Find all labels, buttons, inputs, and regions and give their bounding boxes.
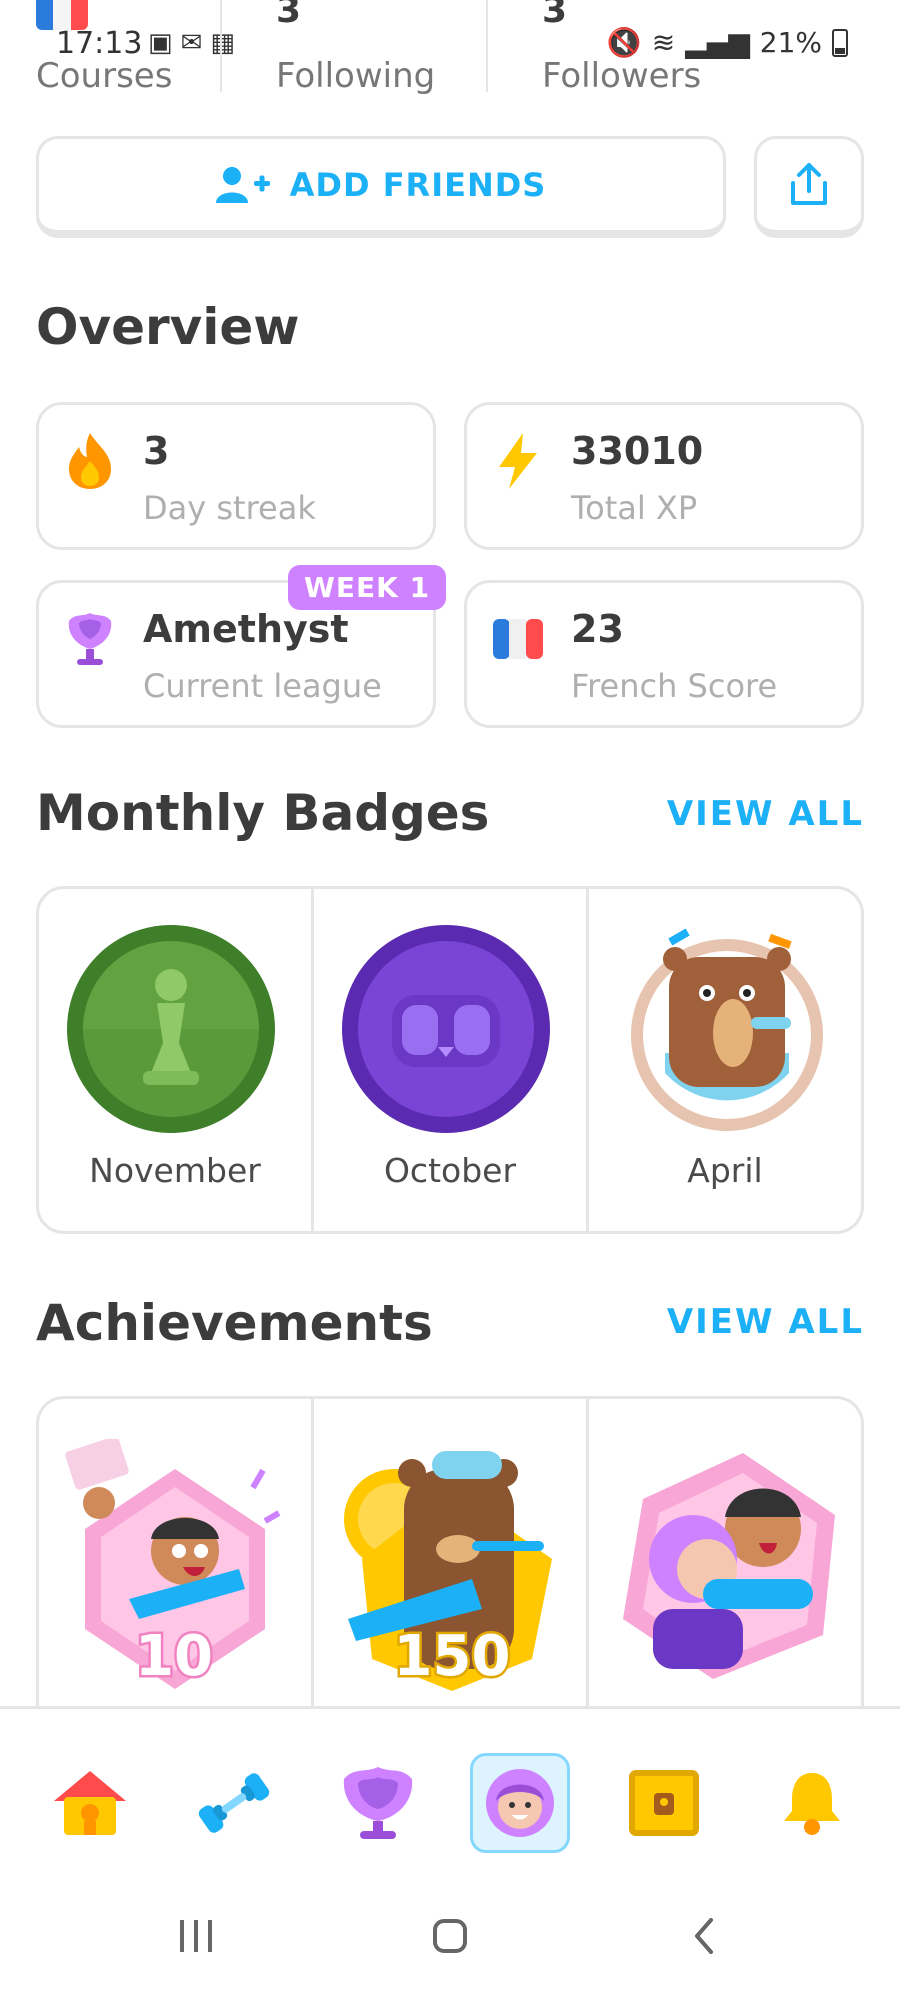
recent-apps-icon [180, 1920, 212, 1952]
stat-divider [486, 0, 488, 92]
home-button[interactable] [410, 1906, 490, 1966]
badge-label: October [383, 1151, 517, 1190]
stat-courses[interactable]: Courses [36, 0, 216, 96]
add-friends-button[interactable]: ADD FRIENDS [36, 136, 726, 238]
stat-followers-value: 3 [542, 0, 568, 31]
stat-divider [220, 0, 222, 92]
monthly-badges-panel: November October April [36, 886, 864, 1234]
system-nav [0, 1866, 900, 2000]
stat-courses-label: Courses [36, 56, 173, 96]
share-icon [791, 162, 827, 205]
xp-value: 33010 [571, 429, 704, 473]
nav-home[interactable] [40, 1753, 140, 1853]
badge-label: November [89, 1151, 261, 1190]
bear-badge-icon [631, 928, 823, 1131]
week-badge: WEEK 1 [288, 565, 447, 610]
french-flag-icon [493, 619, 543, 659]
monthly-badges-view-all[interactable]: VIEW ALL [667, 794, 864, 834]
xp-card[interactable]: 33010 Total XP [464, 402, 864, 550]
achievement-number-bg: 150 [391, 1622, 513, 1690]
add-friend-icon [215, 166, 270, 203]
nav-shop[interactable] [614, 1753, 714, 1853]
notifications-bell-icon [784, 1773, 840, 1835]
streak-value: 3 [143, 429, 170, 473]
french-score-value: 23 [571, 607, 624, 651]
badge-october[interactable]: October [314, 889, 589, 1231]
achievement-number-bg: 10 [133, 1622, 216, 1690]
practice-dumbbell-icon [198, 1773, 270, 1833]
streak-caption: Day streak [143, 489, 316, 527]
chess-pawn-badge-icon [67, 925, 275, 1133]
back-button[interactable] [664, 1906, 744, 1966]
stat-followers-label: Followers [542, 56, 702, 96]
league-caption: Current league [143, 667, 382, 705]
amethyst-league-icon [68, 613, 112, 665]
share-button[interactable] [754, 136, 864, 238]
achievements-view-all[interactable]: VIEW ALL [667, 1302, 864, 1342]
profile-stats: Courses 3 Following 3 Followers [0, 0, 900, 96]
french-score-caption: French Score [571, 667, 778, 705]
achievement-item[interactable] [589, 1399, 861, 1716]
achievement-number: 10 [135, 1624, 213, 1689]
mask-badge-icon [342, 925, 550, 1133]
badge-november[interactable]: November [39, 889, 314, 1231]
recent-apps-button[interactable] [156, 1906, 236, 1966]
add-friends-label: ADD FRIENDS [289, 165, 547, 204]
lightning-icon [499, 433, 537, 489]
stat-following[interactable]: 3 Following [276, 0, 496, 96]
achievement-item[interactable]: 10 [39, 1399, 314, 1716]
shop-chest-icon [629, 1770, 699, 1836]
hug-achievement-icon [623, 1453, 835, 1679]
monthly-badges-title: Monthly Badges [36, 784, 490, 842]
overview-title: Overview [36, 298, 300, 356]
stat-followers[interactable]: 3 Followers [542, 0, 762, 96]
home-square-icon [433, 1919, 467, 1953]
french-score-card[interactable]: 23 French Score [464, 580, 864, 728]
xp-caption: Total XP [571, 489, 698, 527]
achievements-title: Achievements [36, 1294, 433, 1352]
badge-april[interactable]: April [589, 889, 861, 1231]
nav-profile[interactable] [470, 1753, 570, 1853]
flame-icon [69, 433, 111, 489]
profile-icon [486, 1769, 554, 1837]
leagues-icon [343, 1767, 413, 1839]
bottom-nav [0, 1706, 900, 1866]
back-chevron-icon [695, 1918, 713, 1954]
league-value: Amethyst [143, 607, 349, 651]
nav-practice[interactable] [184, 1753, 284, 1853]
badge-label: April [687, 1151, 763, 1190]
stat-following-value: 3 [276, 0, 302, 31]
nav-notifications[interactable] [762, 1753, 862, 1853]
nav-leagues[interactable] [328, 1753, 428, 1853]
stat-following-label: Following [276, 56, 436, 96]
streak-card[interactable]: 3 Day streak [36, 402, 436, 550]
achievements-panel: 10 150 [36, 1396, 864, 1716]
home-icon [54, 1771, 126, 1835]
achievement-number: 150 [394, 1624, 511, 1689]
achievement-item[interactable]: 150 [314, 1399, 589, 1716]
